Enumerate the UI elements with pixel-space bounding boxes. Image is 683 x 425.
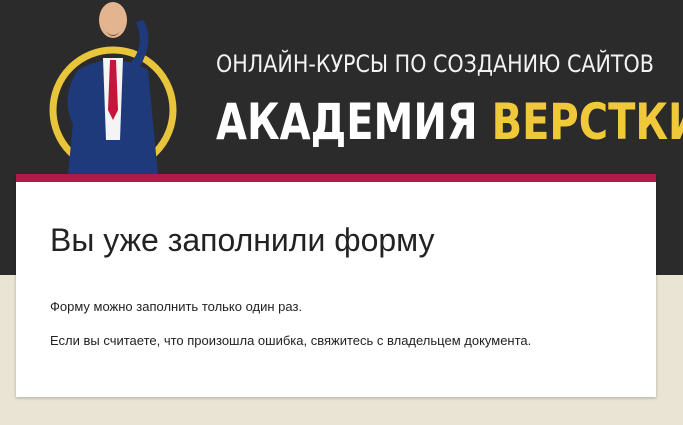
form-message-error: Если вы считаете, что произошла ошибка, …: [50, 333, 532, 348]
banner-title: АКАДЕМИЯ ВЕРСТКИ: [216, 92, 683, 152]
form-message-once: Форму можно заполнить только один раз.: [50, 299, 303, 314]
banner-subtitle: ОНЛАЙН-КУРСЫ ПО СОЗДАНИЮ САЙТОВ: [216, 50, 654, 78]
mascot-logo: [49, 2, 177, 175]
form-heading: Вы уже заполнили форму: [50, 222, 435, 258]
banner-title-part2: ВЕРСТКИ: [491, 93, 683, 151]
banner-title-part1: АКАДЕМИЯ: [216, 93, 478, 151]
form-card: Вы уже заполнили форму Форму можно запол…: [16, 174, 656, 397]
